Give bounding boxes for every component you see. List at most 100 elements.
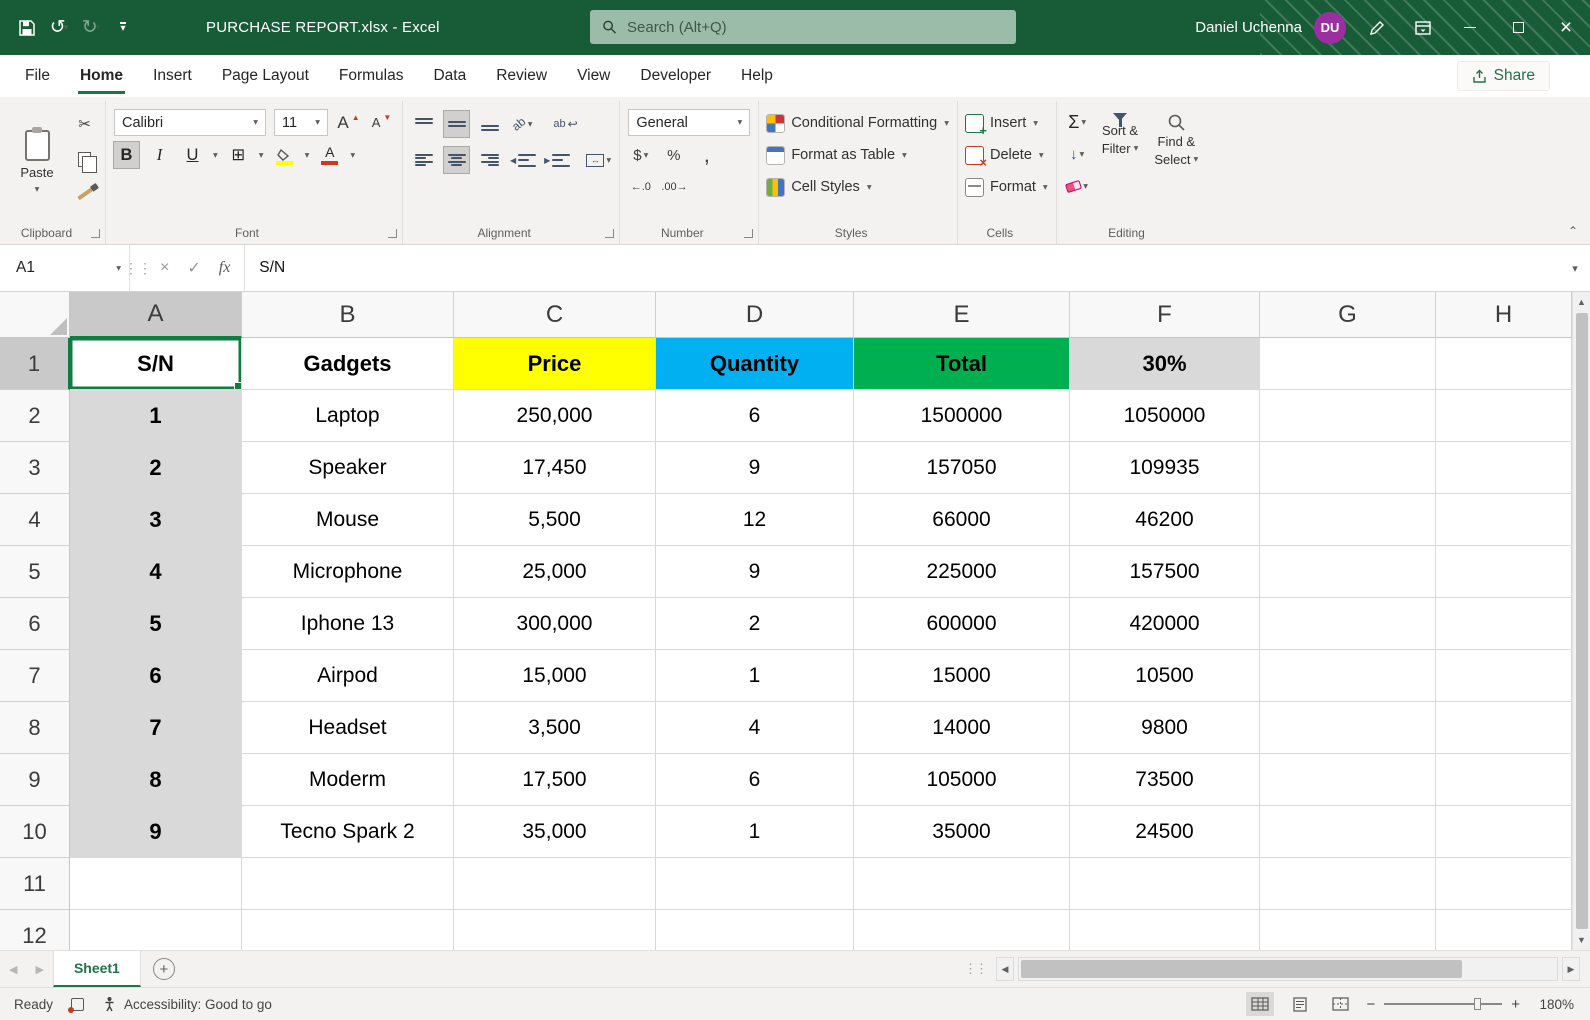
accessibility-status[interactable]: Accessibility: Good to go bbox=[102, 996, 272, 1012]
cell-D11[interactable] bbox=[656, 858, 854, 910]
cell-B6[interactable]: Iphone 13 bbox=[242, 598, 454, 650]
row-header-4[interactable]: 4 bbox=[0, 494, 70, 546]
cell-D12[interactable] bbox=[656, 910, 854, 950]
number-format-select[interactable]: General ▾ bbox=[628, 109, 750, 136]
cell-G7[interactable] bbox=[1260, 650, 1436, 702]
zoom-level[interactable]: 180% bbox=[1532, 997, 1574, 1012]
cell-D10[interactable]: 1 bbox=[656, 806, 854, 858]
cell-E3[interactable]: 157050 bbox=[854, 442, 1070, 494]
cell-D4[interactable]: 12 bbox=[656, 494, 854, 546]
accounting-format-button[interactable]: $▾ bbox=[628, 142, 653, 168]
paste-button[interactable]: Paste ▾ bbox=[10, 105, 64, 220]
enter-formula-button[interactable]: ✓ bbox=[187, 258, 200, 278]
cell-D5[interactable]: 9 bbox=[656, 546, 854, 598]
vertical-scroll-thumb[interactable] bbox=[1576, 313, 1588, 929]
column-header-E[interactable]: E bbox=[854, 292, 1070, 338]
format-as-table-button[interactable]: Format as Table ▾ bbox=[767, 141, 949, 169]
cell-B11[interactable] bbox=[242, 858, 454, 910]
cell-C4[interactable]: 5,500 bbox=[454, 494, 656, 546]
font-color-dropdown-icon[interactable]: ▾ bbox=[350, 150, 355, 161]
cell-F2[interactable]: 1050000 bbox=[1070, 390, 1260, 442]
tab-formulas[interactable]: Formulas bbox=[324, 55, 419, 97]
top-align-button[interactable] bbox=[411, 111, 436, 137]
row-header-10[interactable]: 10 bbox=[0, 806, 70, 858]
cell-C1[interactable]: Price bbox=[454, 338, 656, 390]
cell-F8[interactable]: 9800 bbox=[1070, 702, 1260, 754]
cell-H6[interactable] bbox=[1436, 598, 1572, 650]
scroll-left-button[interactable]: ◀ bbox=[996, 957, 1014, 981]
cell-B9[interactable]: Moderm bbox=[242, 754, 454, 806]
close-button[interactable]: × bbox=[1542, 0, 1590, 55]
cell-B12[interactable] bbox=[242, 910, 454, 950]
formula-bar-drag-handle[interactable]: ⋮⋮ bbox=[130, 245, 146, 291]
horizontal-scrollbar[interactable] bbox=[1018, 957, 1558, 981]
cell-A11[interactable] bbox=[70, 858, 242, 910]
name-box[interactable]: A1 ▾ bbox=[0, 245, 130, 291]
cell-A6[interactable]: 5 bbox=[70, 598, 242, 650]
percent-style-button[interactable]: % bbox=[661, 142, 686, 168]
tab-file[interactable]: File bbox=[10, 55, 65, 97]
cell-D8[interactable]: 4 bbox=[656, 702, 854, 754]
insert-cells-button[interactable]: Insert ▾ bbox=[966, 109, 1048, 137]
cell-D7[interactable]: 1 bbox=[656, 650, 854, 702]
cut-button[interactable]: ✂ bbox=[72, 111, 97, 137]
cell-A10[interactable]: 9 bbox=[70, 806, 242, 858]
row-header-12[interactable]: 12 bbox=[0, 910, 70, 950]
cell-C5[interactable]: 25,000 bbox=[454, 546, 656, 598]
scroll-right-button[interactable]: ▶ bbox=[1562, 957, 1580, 981]
increase-font-size-button[interactable]: A▲ bbox=[336, 110, 361, 136]
undo-button[interactable]: ↺▾ bbox=[46, 11, 72, 45]
row-header-6[interactable]: 6 bbox=[0, 598, 70, 650]
cell-G11[interactable] bbox=[1260, 858, 1436, 910]
cell-A7[interactable]: 6 bbox=[70, 650, 242, 702]
sheet-bar-splitter[interactable]: ⋮⋮ bbox=[964, 961, 986, 977]
cell-H9[interactable] bbox=[1436, 754, 1572, 806]
cell-B5[interactable]: Microphone bbox=[242, 546, 454, 598]
row-header-1[interactable]: 1 bbox=[0, 338, 70, 390]
cell-H4[interactable] bbox=[1436, 494, 1572, 546]
minimize-button[interactable] bbox=[1446, 0, 1494, 55]
ribbon-display-options-button[interactable] bbox=[1400, 0, 1446, 55]
row-header-9[interactable]: 9 bbox=[0, 754, 70, 806]
search-box[interactable] bbox=[590, 10, 1016, 44]
row-header-11[interactable]: 11 bbox=[0, 858, 70, 910]
sheet-tab-sheet1[interactable]: Sheet1 bbox=[53, 951, 141, 987]
row-header-8[interactable]: 8 bbox=[0, 702, 70, 754]
cell-D3[interactable]: 9 bbox=[656, 442, 854, 494]
row-header-3[interactable]: 3 bbox=[0, 442, 70, 494]
cell-D6[interactable]: 2 bbox=[656, 598, 854, 650]
record-macro-icon[interactable] bbox=[71, 998, 84, 1011]
cell-H3[interactable] bbox=[1436, 442, 1572, 494]
insert-function-button[interactable]: fx bbox=[219, 259, 231, 277]
decrease-decimal-button[interactable]: .00→ bbox=[661, 174, 687, 200]
cell-F1[interactable]: 30% bbox=[1070, 338, 1260, 390]
tab-data[interactable]: Data bbox=[418, 55, 481, 97]
cell-B2[interactable]: Laptop bbox=[242, 390, 454, 442]
avatar[interactable]: DU bbox=[1314, 12, 1346, 44]
format-cells-button[interactable]: Format ▾ bbox=[966, 173, 1048, 201]
number-dialog-launcher[interactable] bbox=[744, 229, 753, 238]
redo-button[interactable]: ↻▾ bbox=[78, 11, 104, 45]
zoom-slider-thumb[interactable] bbox=[1474, 998, 1481, 1010]
cell-G6[interactable] bbox=[1260, 598, 1436, 650]
zoom-in-button[interactable]: + bbox=[1511, 996, 1520, 1013]
cell-B1[interactable]: Gadgets bbox=[242, 338, 454, 390]
decrease-font-size-button[interactable]: A▼ bbox=[369, 110, 394, 136]
orientation-button[interactable]: ab▾ bbox=[510, 111, 535, 137]
cell-G12[interactable] bbox=[1260, 910, 1436, 950]
cell-B7[interactable]: Airpod bbox=[242, 650, 454, 702]
prev-sheet-button[interactable]: ◀ bbox=[0, 963, 26, 976]
cell-F7[interactable]: 10500 bbox=[1070, 650, 1260, 702]
cell-C11[interactable] bbox=[454, 858, 656, 910]
clipboard-dialog-launcher[interactable] bbox=[91, 229, 100, 238]
tab-insert[interactable]: Insert bbox=[138, 55, 207, 97]
cell-H12[interactable] bbox=[1436, 910, 1572, 950]
normal-view-button[interactable] bbox=[1246, 992, 1274, 1016]
cell-E10[interactable]: 35000 bbox=[854, 806, 1070, 858]
cell-C9[interactable]: 17,500 bbox=[454, 754, 656, 806]
cell-G10[interactable] bbox=[1260, 806, 1436, 858]
cell-A9[interactable]: 8 bbox=[70, 754, 242, 806]
search-input[interactable] bbox=[627, 19, 1004, 36]
font-size-select[interactable]: 11 ▾ bbox=[274, 109, 328, 136]
column-header-A[interactable]: A bbox=[70, 292, 242, 338]
